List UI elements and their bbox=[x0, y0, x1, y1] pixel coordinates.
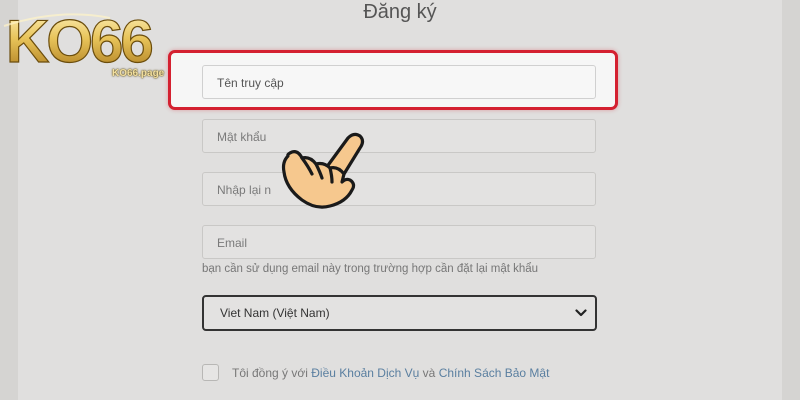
confirm-password-placeholder: Nhập lại n bbox=[217, 183, 272, 197]
password-field[interactable]: Mật khẩu bbox=[202, 119, 596, 153]
terms-link[interactable]: Điều Khoản Dịch Vụ bbox=[311, 366, 419, 380]
email-field[interactable]: Email bbox=[202, 225, 596, 259]
logo-domain: KO66.page bbox=[112, 68, 165, 79]
country-selected-value: Viet Nam (Việt Nam) bbox=[220, 306, 330, 320]
privacy-link[interactable]: Chính Sách Bảo Mật bbox=[439, 366, 550, 380]
confirm-password-field[interactable]: Nhập lại n bbox=[202, 172, 596, 206]
chevron-down-icon bbox=[575, 309, 587, 317]
email-placeholder: Email bbox=[217, 236, 248, 250]
agree-text: Tôi đồng ý với Điều Khoản Dịch Vụ và Chí… bbox=[232, 366, 549, 380]
agree-and: và bbox=[422, 366, 436, 380]
pointing-hand-icon bbox=[281, 132, 365, 209]
username-field[interactable]: Tên truy cập bbox=[202, 65, 596, 99]
country-select[interactable]: Viet Nam (Việt Nam) bbox=[202, 295, 597, 331]
agree-checkbox[interactable] bbox=[202, 364, 219, 381]
agree-prefix: Tôi đồng ý với bbox=[232, 366, 308, 380]
email-hint: bạn cần sử dụng email này trong trường h… bbox=[202, 263, 539, 275]
password-placeholder: Mật khẩu bbox=[217, 130, 267, 144]
svg-text:KO66: KO66 bbox=[6, 8, 152, 75]
username-placeholder: Tên truy cập bbox=[217, 76, 284, 90]
